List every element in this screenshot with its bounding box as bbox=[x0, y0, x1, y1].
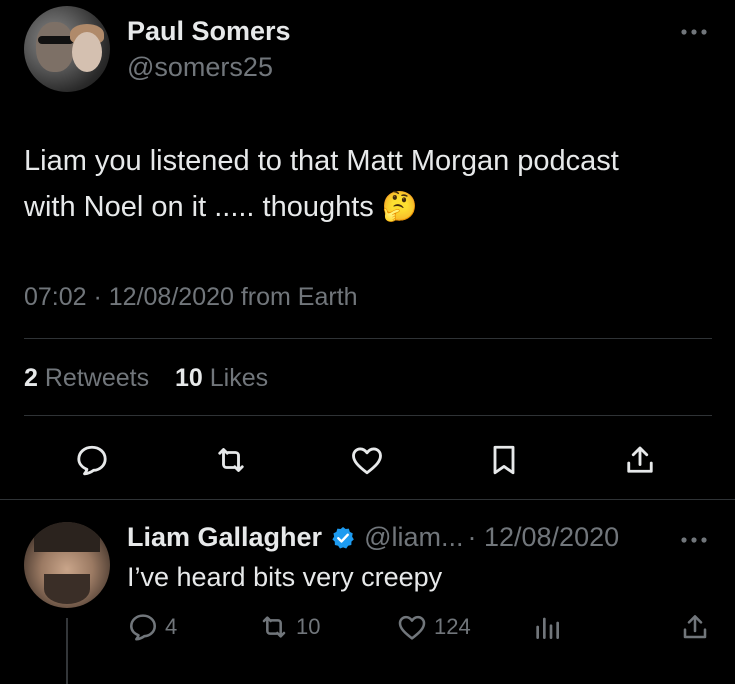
like-icon[interactable] bbox=[347, 440, 387, 480]
reply-icon[interactable] bbox=[72, 440, 112, 480]
verified-icon bbox=[330, 525, 356, 551]
author-handle[interactable]: @somers25 bbox=[127, 52, 273, 83]
reply-retweet-action[interactable]: 10 bbox=[258, 610, 320, 644]
reply-header: Liam Gallagher @liam... · 12/08/2020 bbox=[127, 522, 619, 553]
reply-text: I’ve heard bits very creepy bbox=[127, 562, 443, 592]
reply-more-icon[interactable] bbox=[678, 530, 710, 550]
retweets-count[interactable]: 2 bbox=[24, 364, 38, 392]
reply-author-handle[interactable]: @liam... bbox=[364, 522, 463, 553]
author-name[interactable]: Paul Somers bbox=[127, 16, 291, 47]
engagement-stats: 2 Retweets 10 Likes bbox=[24, 364, 268, 393]
divider bbox=[24, 415, 712, 416]
reply-date[interactable]: · 12/08/2020 bbox=[468, 522, 620, 553]
divider bbox=[0, 499, 735, 500]
reply-icon[interactable] bbox=[127, 611, 159, 643]
more-icon[interactable] bbox=[678, 22, 710, 42]
tweet-timestamp: 07:02 · 12/08/2020 from Earth bbox=[24, 283, 358, 311]
tweet-text: Liam you listened to that Matt Morgan po… bbox=[24, 145, 619, 223]
like-icon[interactable] bbox=[396, 611, 428, 643]
share-icon[interactable] bbox=[620, 440, 660, 480]
likes-label[interactable]: Likes bbox=[210, 364, 268, 392]
thread-line bbox=[66, 618, 68, 684]
likes-count[interactable]: 10 bbox=[175, 364, 203, 392]
reply-author-name[interactable]: Liam Gallagher bbox=[127, 522, 322, 553]
retweet-icon[interactable] bbox=[211, 440, 251, 480]
bookmark-icon[interactable] bbox=[484, 440, 524, 480]
reply-reply-action[interactable]: 4 bbox=[127, 610, 177, 644]
views-icon[interactable] bbox=[530, 610, 564, 644]
retweet-count: 10 bbox=[296, 614, 321, 639]
retweets-label[interactable]: Retweets bbox=[45, 364, 149, 392]
reply-count: 4 bbox=[165, 614, 178, 639]
retweet-icon[interactable] bbox=[258, 611, 290, 643]
author-avatar[interactable] bbox=[24, 6, 110, 92]
reply-author-avatar[interactable] bbox=[24, 522, 110, 608]
like-count: 124 bbox=[434, 614, 471, 639]
divider bbox=[24, 338, 712, 339]
reply-share-icon[interactable] bbox=[678, 610, 712, 644]
reply-like-action[interactable]: 124 bbox=[396, 610, 471, 644]
